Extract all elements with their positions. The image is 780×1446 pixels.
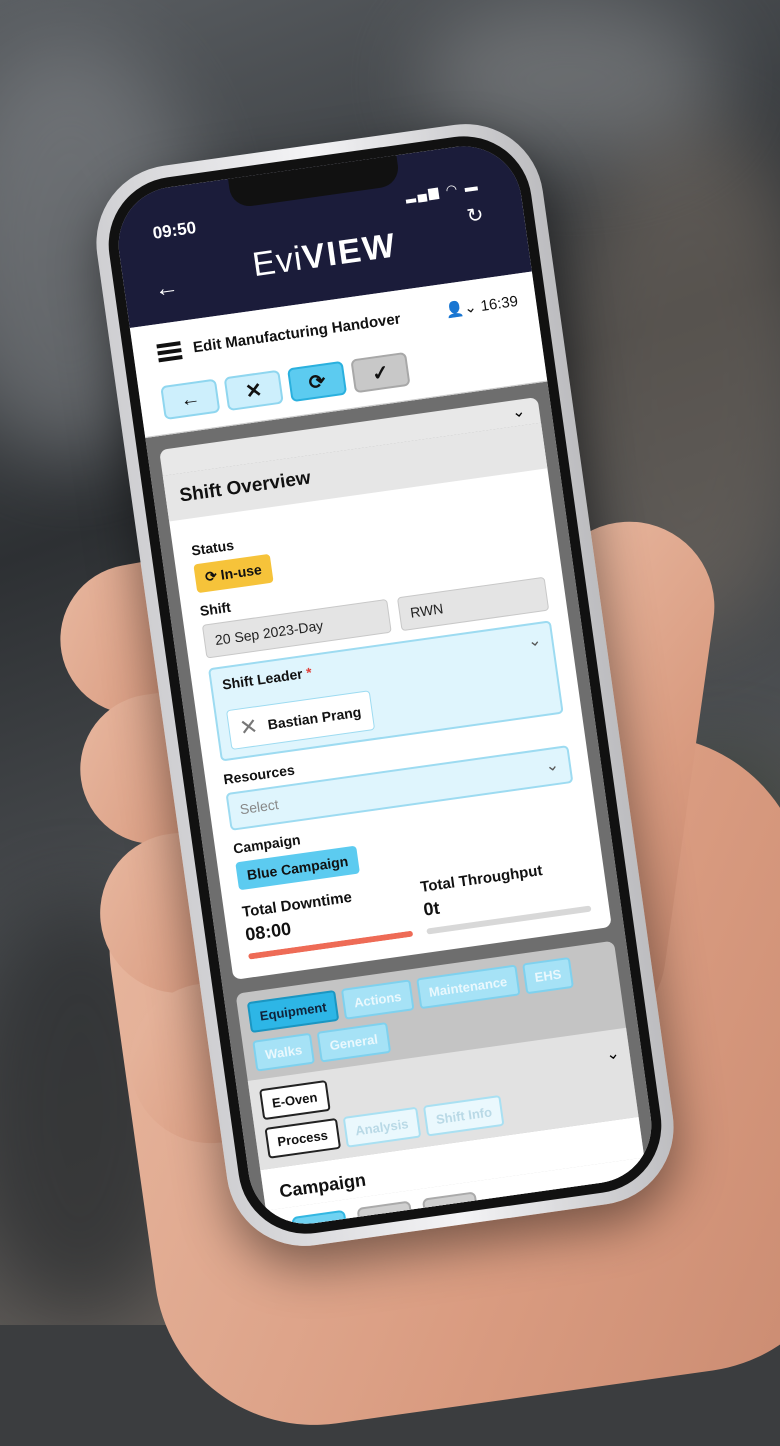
total-throughput: Total Throughput 0t — [419, 856, 592, 935]
tab-ehs[interactable]: EHS — [521, 956, 575, 995]
signal-wifi-battery-icon: ▂▄▆ ◠ ▬ — [404, 178, 481, 204]
refresh-button[interactable]: ⟳ — [287, 360, 348, 403]
shift-leader-value: Bastian Prang — [266, 703, 363, 733]
expand-collapse-button[interactable]: ⇕ — [291, 1209, 350, 1232]
page-title: Edit Manufacturing Handover — [192, 310, 402, 357]
tab-actions[interactable]: Actions — [341, 979, 415, 1020]
required-marker: * — [305, 664, 313, 681]
chevron-down-icon[interactable]: ⌄ — [527, 630, 543, 652]
cancel-button[interactable]: ✕ — [223, 369, 284, 412]
back-button[interactable]: ← — [160, 378, 221, 421]
throughput-bar-fill — [426, 928, 428, 935]
hamburger-menu-icon[interactable] — [156, 341, 183, 363]
confirm-button[interactable]: ✓ — [350, 351, 411, 394]
logo-part-view: VIEW — [299, 226, 400, 278]
shift-leader-chip[interactable]: ✕ Bastian Prang — [225, 690, 375, 750]
tab-equipment[interactable]: Equipment — [246, 989, 340, 1034]
tab-e-oven[interactable]: E-Oven — [259, 1080, 331, 1121]
shift-overview-card: Shift Overview Status ⟳ In-use Shift 20 … — [162, 422, 612, 980]
in-use-icon: ⟳ — [204, 567, 218, 585]
shift-leader-label-text: Shift Leader — [221, 665, 304, 693]
chevron-down-icon[interactable]: ⌄ — [605, 1043, 621, 1065]
status-value: In-use — [219, 561, 263, 583]
tabs-area: Equipment Actions Maintenance EHS Walks … — [235, 940, 656, 1232]
tab-maintenance[interactable]: Maintenance — [415, 964, 521, 1010]
user-clock: 16:39 — [479, 292, 520, 315]
chevron-down-icon[interactable]: ⌄ — [544, 755, 560, 777]
chevron-down-icon[interactable]: ⌄ — [511, 401, 527, 423]
main-content: ⌄ Shift Overview Status ⟳ In-use Shift 2… — [145, 381, 659, 1232]
user-menu[interactable]: 👤⌄ 16:39 — [444, 292, 519, 320]
total-downtime: Total Downtime 08:00 — [241, 881, 414, 960]
status-time: 09:50 — [151, 217, 198, 243]
resources-placeholder: Select — [238, 796, 280, 818]
tab-shift-info[interactable]: Shift Info — [423, 1094, 505, 1137]
tab-analysis[interactable]: Analysis — [342, 1106, 422, 1148]
tab-walks[interactable]: Walks — [252, 1032, 316, 1072]
status-badge: ⟳ In-use — [193, 553, 274, 594]
tab-process[interactable]: Process — [264, 1117, 341, 1159]
logo-part-evi: Evi — [250, 239, 306, 285]
edit-button[interactable]: ✎ — [356, 1200, 415, 1232]
remove-icon[interactable]: ✕ — [238, 713, 260, 741]
tab-general[interactable]: General — [316, 1022, 391, 1063]
user-icon: 👤⌄ — [444, 298, 478, 320]
